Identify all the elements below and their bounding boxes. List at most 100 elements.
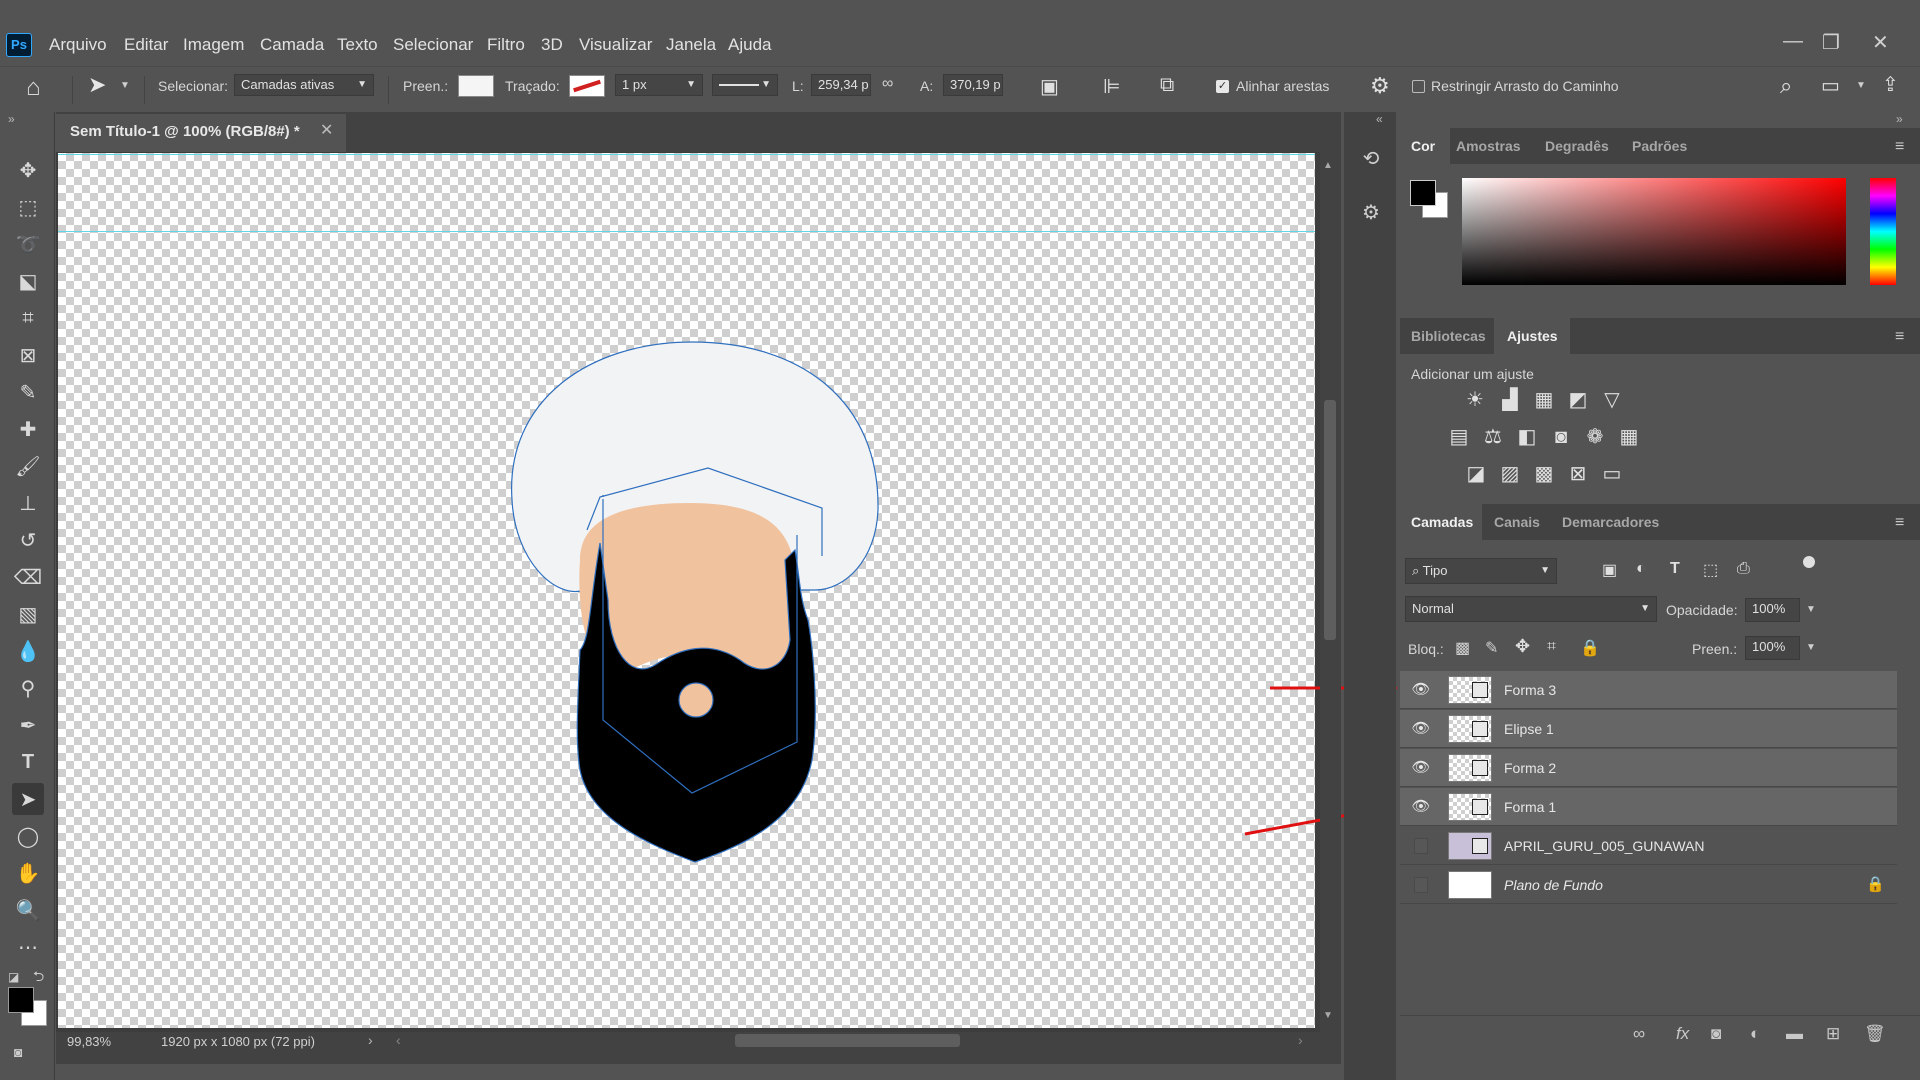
layer-name[interactable]: Forma 1 — [1504, 799, 1556, 815]
opacity-field[interactable]: 100% — [1745, 598, 1800, 622]
eye-icon[interactable]: 👁 — [1411, 758, 1431, 778]
new-group-icon[interactable]: ▬ — [1786, 1024, 1803, 1044]
lock-pixels-icon[interactable]: ✎ — [1485, 638, 1498, 658]
divider — [1400, 1015, 1920, 1016]
filter-adjustment-icon[interactable]: ◐ — [1636, 560, 1646, 578]
layer-name[interactable]: Elipse 1 — [1504, 721, 1554, 737]
trash-icon[interactable]: 🗑 — [1864, 1024, 1886, 1044]
color-balance-icon[interactable]: ⚖ — [1480, 425, 1506, 449]
black-white-icon[interactable]: ◧ — [1514, 425, 1540, 449]
invert-icon[interactable]: ◪ — [1463, 462, 1489, 486]
layer-name[interactable]: Forma 2 — [1504, 760, 1556, 776]
shape-layer-badge-icon — [1472, 799, 1488, 815]
selective-color-icon[interactable]: ⊠ — [1565, 462, 1591, 486]
layer-thumbnail — [1448, 871, 1492, 899]
opacity-value: 100% — [1752, 601, 1786, 616]
document-size: 1920 px x 1080 px (72 ppi) — [161, 1034, 315, 1049]
layer-row-forma-2[interactable]: 👁 Forma 2 — [1400, 749, 1897, 787]
scroll-right-icon[interactable]: › — [1298, 1032, 1303, 1048]
collapse-panel-icon[interactable]: « — [1376, 112, 1383, 126]
layer-row-plano-de-fundo[interactable]: Plano de Fundo 🔒 — [1400, 866, 1897, 904]
add-mask-icon[interactable]: ◙ — [1711, 1024, 1721, 1044]
lock-position-icon[interactable]: ✥ — [1515, 636, 1530, 657]
properties-panel-icon[interactable]: ⚙ — [1356, 200, 1386, 230]
exposure-icon[interactable]: ◩ — [1565, 388, 1591, 412]
shape-layer-badge-icon — [1472, 682, 1488, 698]
chevron-down-icon: ▼ — [1640, 603, 1650, 614]
vibrance-icon[interactable]: ▽ — [1599, 388, 1625, 412]
shape-layer-badge-icon — [1472, 760, 1488, 776]
tab-demarcadores[interactable]: Demarcadores — [1562, 514, 1659, 530]
eye-icon[interactable]: 👁 — [1411, 719, 1431, 739]
eye-icon[interactable]: 👁 — [1411, 680, 1431, 700]
hue-saturation-icon[interactable]: ▤ — [1446, 425, 1472, 449]
lock-icon[interactable]: 🔒 — [1866, 875, 1885, 893]
layer-filter-value: Tipo — [1422, 563, 1448, 578]
panel-menu-icon[interactable]: ≡ — [1895, 138, 1904, 156]
chevron-down-icon: ▼ — [1540, 565, 1550, 576]
chevron-right-icon[interactable]: › — [368, 1032, 373, 1048]
panel-menu-icon[interactable]: ≡ — [1895, 514, 1904, 532]
lock-transparency-icon[interactable]: ▩ — [1455, 638, 1470, 658]
filter-shape-icon[interactable]: ⬚ — [1703, 560, 1718, 580]
lock-all-icon[interactable]: 🔒 — [1580, 638, 1600, 658]
color-spectrum-field[interactable] — [1462, 178, 1846, 285]
foreground-color-swatch[interactable] — [1410, 180, 1436, 206]
opacity-label: Opacidade: — [1666, 602, 1738, 618]
threshold-icon[interactable]: ▩ — [1531, 462, 1557, 486]
layer-row-april-guru[interactable]: APRIL_GURU_005_GUNAWAN — [1400, 827, 1897, 865]
posterize-icon[interactable]: ▨ — [1497, 462, 1523, 486]
tab-canais[interactable]: Canais — [1494, 514, 1540, 530]
fill-field[interactable]: 100% — [1745, 636, 1800, 660]
link-layers-icon[interactable]: ∞ — [1633, 1024, 1645, 1044]
fx-icon[interactable]: fx — [1676, 1024, 1689, 1044]
scroll-down-icon[interactable]: ▼ — [1323, 1010, 1333, 1021]
filter-type-icon[interactable]: T — [1670, 560, 1680, 578]
brightness-icon[interactable]: ☀ — [1462, 388, 1488, 412]
filter-pixel-icon[interactable]: ▣ — [1602, 560, 1617, 580]
hue-slider[interactable] — [1870, 178, 1896, 285]
scroll-left-icon[interactable]: ‹ — [396, 1032, 401, 1048]
collapse-panels-icon[interactable]: » — [1896, 112, 1903, 126]
vertical-scroll-thumb[interactable] — [1324, 400, 1336, 640]
layer-name[interactable]: Plano de Fundo — [1504, 877, 1603, 893]
eye-icon[interactable]: 👁 — [1411, 797, 1431, 817]
tab-amostras[interactable]: Amostras — [1456, 138, 1521, 154]
new-layer-icon[interactable]: ⊞ — [1826, 1024, 1840, 1044]
color-lookup-icon[interactable]: ▦ — [1616, 425, 1642, 449]
visibility-toggle[interactable] — [1414, 877, 1428, 893]
layer-name[interactable]: Forma 3 — [1504, 682, 1556, 698]
gradient-map-icon[interactable]: ▭ — [1599, 462, 1625, 486]
tab-camadas[interactable]: Camadas — [1411, 514, 1473, 530]
panel-menu-icon[interactable]: ≡ — [1895, 328, 1904, 346]
tab-degrades[interactable]: Degradês — [1545, 138, 1609, 154]
layer-name[interactable]: APRIL_GURU_005_GUNAWAN — [1504, 838, 1704, 854]
lock-artboard-icon[interactable]: ⌗ — [1547, 638, 1556, 656]
visibility-toggle[interactable] — [1414, 838, 1428, 854]
tab-padroes[interactable]: Padrões — [1632, 138, 1687, 154]
photo-filter-icon[interactable]: ◙ — [1548, 425, 1574, 449]
layer-row-forma-1[interactable]: 👁 Forma 1 — [1400, 788, 1897, 826]
layer-row-forma-3[interactable]: 👁 Forma 3 — [1400, 671, 1897, 709]
chevron-down-icon[interactable]: ▼ — [1806, 604, 1816, 615]
blend-mode-dropdown[interactable]: Normal ▼ — [1405, 596, 1657, 622]
channel-mixer-icon[interactable]: ❁ — [1582, 425, 1608, 449]
tab-cor[interactable]: Cor — [1411, 138, 1435, 154]
layer-row-elipse-1[interactable]: 👁 Elipse 1 — [1400, 710, 1897, 748]
chevron-down-icon[interactable]: ▼ — [1806, 642, 1816, 653]
layer-filter-dropdown[interactable]: ⌕ Tipo ▼ — [1405, 558, 1557, 584]
horizontal-scroll-thumb[interactable] — [735, 1034, 960, 1047]
add-adjustment-hint: Adicionar um ajuste — [1411, 366, 1534, 382]
levels-icon[interactable]: ▟ — [1497, 388, 1523, 412]
scroll-up-icon[interactable]: ▲ — [1323, 160, 1333, 171]
filter-toggle[interactable] — [1803, 556, 1815, 568]
fill-value: 100% — [1752, 639, 1786, 654]
new-adjustment-layer-icon[interactable]: ◐ — [1750, 1024, 1760, 1044]
tab-bibliotecas[interactable]: Bibliotecas — [1411, 328, 1486, 344]
zoom-level[interactable]: 99,83% — [67, 1034, 111, 1049]
tab-ajustes[interactable]: Ajustes — [1507, 328, 1558, 344]
history-panel-icon[interactable]: ⟲ — [1356, 146, 1386, 176]
filter-smart-object-icon[interactable]: ⎙ — [1737, 560, 1750, 578]
curves-icon[interactable]: ▦ — [1531, 388, 1557, 412]
ellipse-shape — [678, 682, 714, 718]
